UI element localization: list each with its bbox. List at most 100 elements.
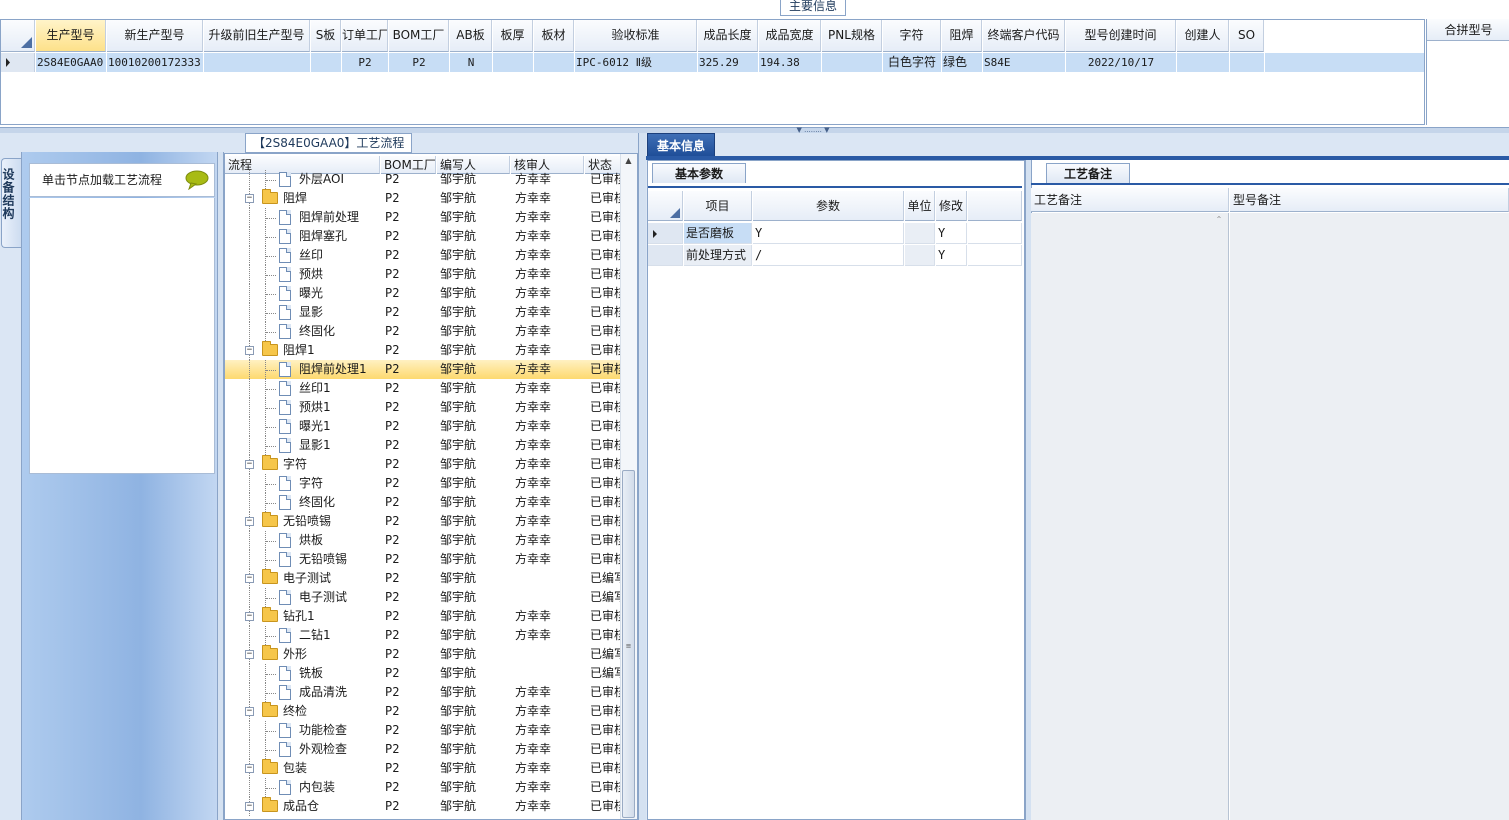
- column-header[interactable]: 阻焊: [942, 20, 982, 52]
- params-column-header[interactable]: 单位: [905, 191, 935, 221]
- collapse-toggle-icon[interactable]: −: [245, 802, 254, 811]
- tree-node-step[interactable]: 二钻1 P2 邹宇航 方幸幸 已审核: [225, 626, 622, 645]
- tree-node-step[interactable]: 终固化 P2 邹宇航 方幸幸 已审核: [225, 322, 622, 341]
- tree-node-group[interactable]: − 钻孔1 P2 邹宇航 方幸幸 已审核: [225, 607, 622, 626]
- tree-node-step[interactable]: 阻焊前处理1 P2 邹宇航 方幸幸 已审核: [225, 360, 622, 379]
- column-header[interactable]: 生产型号: [36, 20, 106, 52]
- row-indicator[interactable]: [1, 53, 35, 72]
- tree-node-step[interactable]: 曝光 P2 邹宇航 方幸幸 已审核: [225, 284, 622, 303]
- process-flow-tree[interactable]: 流程BOM工厂编写人核审人状态 外层AOIP2邹宇航方幸幸已审核−阻焊P2邹宇航…: [224, 153, 638, 820]
- scroll-up-icon[interactable]: ▲: [620, 156, 637, 170]
- column-header[interactable]: 订单工厂: [342, 20, 388, 52]
- splitter-grip-icon[interactable]: ▼ ........ ▼: [780, 127, 846, 134]
- process-notes-header[interactable]: 工艺备注: [1031, 188, 1229, 212]
- grid-cell[interactable]: S84E: [983, 53, 1065, 72]
- params-column-header[interactable]: 项目: [684, 191, 752, 221]
- grid-cell[interactable]: P2: [389, 53, 449, 72]
- column-header[interactable]: 型号创建时间: [1066, 20, 1176, 52]
- model-notes-header[interactable]: 型号备注: [1230, 188, 1509, 212]
- tree-node-step[interactable]: 丝印 P2 邹宇航 方幸幸 已审核: [225, 246, 622, 265]
- grid-cell[interactable]: 325.29: [698, 53, 758, 72]
- tree-node-step[interactable]: 成品清洗 P2 邹宇航 方幸幸 已审核: [225, 683, 622, 702]
- param-unit[interactable]: [905, 223, 935, 244]
- column-header[interactable]: BOM工厂: [389, 20, 449, 52]
- tree-node-step[interactable]: 功能检查 P2 邹宇航 方幸幸 已审核: [225, 721, 622, 740]
- grid-cell[interactable]: 白色字符: [883, 53, 941, 72]
- device-tree-area[interactable]: [29, 198, 215, 474]
- tree-node-step[interactable]: 电子测试 P2 邹宇航 已编写: [225, 588, 622, 607]
- tree-node-step[interactable]: 字符 P2 邹宇航 方幸幸 已审核: [225, 474, 622, 493]
- collapse-toggle-icon[interactable]: −: [245, 574, 254, 583]
- column-header[interactable]: 终端客户代码: [983, 20, 1065, 52]
- collapse-toggle-icon[interactable]: −: [245, 707, 254, 716]
- tab-basic-params[interactable]: 基本参数: [652, 163, 746, 183]
- tree-node-step[interactable]: 外观检查 P2 邹宇航 方幸幸 已审核: [225, 740, 622, 759]
- column-header[interactable]: 验收标准: [575, 20, 697, 52]
- grid-cell[interactable]: 2022/10/17: [1066, 53, 1176, 72]
- tree-node-group[interactable]: − 包装 P2 邹宇航 方幸幸 已审核: [225, 759, 622, 778]
- column-header[interactable]: 新生产型号: [107, 20, 203, 52]
- tree-node-step[interactable]: 预烘 P2 邹宇航 方幸幸 已审核: [225, 265, 622, 284]
- column-header[interactable]: SO: [1230, 20, 1264, 52]
- tree-node-step[interactable]: 铣板 P2 邹宇航 已编写: [225, 664, 622, 683]
- param-item[interactable]: 前处理方式: [684, 245, 752, 266]
- column-header[interactable]: AB板: [450, 20, 492, 52]
- combine-model-header[interactable]: 合拼型号: [1427, 19, 1509, 41]
- tree-node-step[interactable]: 内包装 P2 邹宇航 方幸幸 已审核: [225, 778, 622, 797]
- param-item[interactable]: 是否磨板: [684, 223, 752, 244]
- tree-node-step[interactable]: 阻焊塞孔 P2 邹宇航 方幸幸 已审核: [225, 227, 622, 246]
- collapse-toggle-icon[interactable]: −: [245, 517, 254, 526]
- vertical-splitter-middle[interactable]: [638, 133, 646, 820]
- param-modify[interactable]: Y: [936, 223, 967, 244]
- grid-cell[interactable]: [534, 53, 574, 72]
- param-param[interactable]: Y: [753, 223, 904, 244]
- grid-cell[interactable]: 2S84E0GAA0: [36, 53, 106, 72]
- tab-basic-info[interactable]: 基本信息: [647, 133, 715, 157]
- params-column-header[interactable]: 参数: [753, 191, 904, 221]
- horizontal-splitter[interactable]: [0, 128, 1509, 133]
- grid-cell[interactable]: 194.38: [759, 53, 821, 72]
- tree-node-group[interactable]: − 无铅喷锡 P2 邹宇航 方幸幸 已审核: [225, 512, 622, 531]
- column-header[interactable]: 字符: [883, 20, 941, 52]
- param-unit[interactable]: [905, 245, 935, 266]
- tree-node-step[interactable]: 丝印1 P2 邹宇航 方幸幸 已审核: [225, 379, 622, 398]
- grid-cell[interactable]: N: [450, 53, 492, 72]
- notes-scroll-up-icon[interactable]: ⌃: [1212, 215, 1226, 227]
- grid-cell[interactable]: [1230, 53, 1264, 72]
- grid-cell[interactable]: [493, 53, 533, 72]
- model-grid[interactable]: 生产型号 新生产型号 升级前旧生产型号 S板 订单工厂 BOM工厂 AB板 板厚 板材 验收标准成…: [0, 19, 1425, 125]
- collapse-toggle-icon[interactable]: −: [245, 346, 254, 355]
- param-modify[interactable]: Y: [936, 245, 967, 266]
- grid-cell[interactable]: [1177, 53, 1229, 72]
- column-header[interactable]: 成品宽度: [759, 20, 821, 52]
- tree-node-step[interactable]: 显影 P2 邹宇航 方幸幸 已审核: [225, 303, 622, 322]
- tree-node-step[interactable]: 外层AOI P2 邹宇航 方幸幸 已审核: [225, 170, 622, 189]
- vertical-splitter-left[interactable]: [217, 152, 224, 820]
- row-indicator[interactable]: [648, 245, 683, 266]
- tree-node-step[interactable]: 阻焊前处理 P2 邹宇航 方幸幸 已审核: [225, 208, 622, 227]
- tree-node-group[interactable]: − 成品仓 P2 邹宇航 方幸幸 已审核: [225, 797, 622, 816]
- grid-cell[interactable]: [822, 53, 882, 72]
- tree-node-group[interactable]: − 阻焊 P2 邹宇航 方幸幸 已审核: [225, 189, 622, 208]
- row-indicator[interactable]: [648, 223, 683, 244]
- grid-cell[interactable]: [311, 53, 341, 72]
- grid-corner[interactable]: [1, 20, 35, 52]
- tree-node-step[interactable]: 预烘1 P2 邹宇航 方幸幸 已审核: [225, 398, 622, 417]
- tab-process-notes[interactable]: 工艺备注: [1046, 163, 1130, 183]
- process-notes-field[interactable]: [1031, 213, 1229, 820]
- grid-cell[interactable]: P2: [342, 53, 388, 72]
- column-header[interactable]: 板材: [534, 20, 574, 52]
- column-header[interactable]: 板厚: [493, 20, 533, 52]
- collapse-toggle-icon[interactable]: −: [245, 194, 254, 203]
- tree-node-step[interactable]: 烘板 P2 邹宇航 方幸幸 已审核: [225, 531, 622, 550]
- column-header[interactable]: 升级前旧生产型号: [204, 20, 310, 52]
- grid-cell[interactable]: [204, 53, 310, 72]
- column-header[interactable]: 成品长度: [698, 20, 758, 52]
- param-param[interactable]: /: [753, 245, 904, 266]
- tree-node-group[interactable]: − 电子测试 P2 邹宇航 已编写: [225, 569, 622, 588]
- params-grid-corner[interactable]: [648, 191, 683, 221]
- params-column-header[interactable]: 修改: [936, 191, 967, 221]
- params-grid[interactable]: 项目 参数 单位 修改 是否磨板 Y Y 前处理方式 / Y: [648, 186, 1022, 820]
- collapse-toggle-icon[interactable]: −: [245, 650, 254, 659]
- tree-node-group[interactable]: − 字符 P2 邹宇航 方幸幸 已审核: [225, 455, 622, 474]
